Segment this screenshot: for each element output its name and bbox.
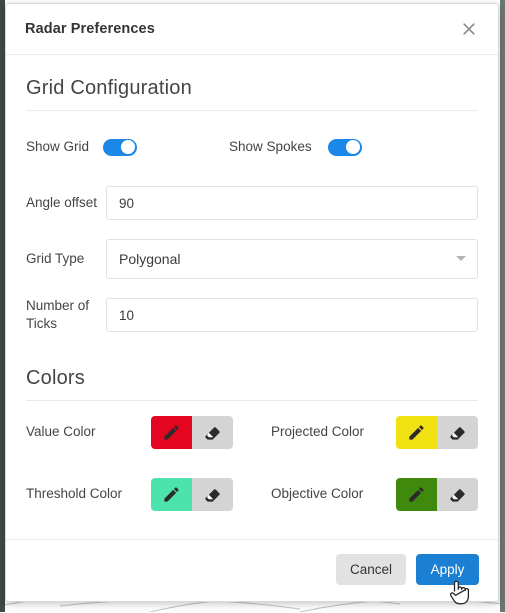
page-right-edge: [500, 0, 505, 612]
objective-color-swatch[interactable]: [396, 477, 437, 511]
pencil-icon: [409, 424, 424, 440]
pencil-icon: [409, 486, 424, 502]
color-row-value-projected: Value Color Projected Color: [26, 401, 478, 463]
show-grid-label: Show Grid: [26, 139, 90, 154]
toggle-knob: [121, 140, 136, 154]
close-icon-glyph: [463, 23, 475, 35]
show-spokes-toggle[interactable]: [327, 138, 362, 156]
objective-color-clear-button[interactable]: [437, 477, 478, 511]
value-color-widget: [151, 415, 233, 449]
section-heading-grid: Grid Configuration: [26, 55, 478, 111]
threshold-color-clear-button[interactable]: [192, 477, 233, 511]
projected-color-label: Projected Color: [271, 424, 365, 439]
threshold-color-label: Threshold Color: [26, 486, 123, 501]
angle-offset-row: Angle offset: [26, 175, 478, 231]
projected-color-clear-button[interactable]: [437, 415, 478, 449]
close-icon[interactable]: [456, 16, 482, 42]
toggle-knob: [345, 140, 360, 154]
show-spokes-label: Show Spokes: [229, 139, 312, 154]
grid-type-label: Grid Type: [26, 251, 85, 266]
dialog-body: Grid Configuration Show Grid Show Spokes…: [6, 55, 498, 539]
radar-preferences-dialog: Radar Preferences Grid Configuration Sho…: [5, 3, 499, 602]
grid-type-select-wrap: Polygonal: [106, 239, 478, 279]
pencil-icon: [164, 424, 179, 440]
grid-type-row: Grid Type Polygonal: [26, 231, 478, 287]
threshold-color-swatch[interactable]: [151, 477, 192, 511]
dialog-footer: Cancel Apply: [6, 539, 498, 601]
toggles-row: Show Grid Show Spokes: [26, 111, 478, 175]
number-of-ticks-row: Number of Ticks: [26, 287, 478, 343]
pencil-icon: [164, 486, 179, 502]
eraser-icon: [450, 487, 465, 502]
dialog-title-bar: Radar Preferences: [6, 4, 498, 55]
objective-color-widget: [396, 477, 478, 511]
value-color-swatch[interactable]: [151, 415, 192, 449]
angle-offset-label: Angle offset: [26, 195, 98, 210]
section-heading-colors: Colors: [26, 343, 478, 401]
eraser-icon: [205, 487, 220, 502]
angle-offset-input[interactable]: [106, 186, 478, 220]
color-row-threshold-objective: Threshold Color Objective Color: [26, 463, 478, 525]
eraser-icon: [205, 425, 220, 440]
projected-color-widget: [396, 415, 478, 449]
number-of-ticks-input[interactable]: [106, 298, 478, 332]
value-color-label: Value Color: [26, 424, 96, 439]
value-color-clear-button[interactable]: [192, 415, 233, 449]
threshold-color-widget: [151, 477, 233, 511]
cancel-button[interactable]: Cancel: [335, 554, 406, 585]
page-title: Radar Preferences: [25, 21, 155, 37]
grid-type-select[interactable]: Polygonal: [106, 239, 478, 279]
show-grid-toggle[interactable]: [103, 138, 138, 156]
apply-button[interactable]: Apply: [416, 554, 479, 585]
projected-color-swatch[interactable]: [396, 415, 437, 449]
eraser-icon: [450, 425, 465, 440]
number-of-ticks-label: Number of Ticks: [26, 298, 90, 331]
grid-type-selected-value: Polygonal: [119, 251, 181, 267]
objective-color-label: Objective Color: [271, 486, 364, 501]
